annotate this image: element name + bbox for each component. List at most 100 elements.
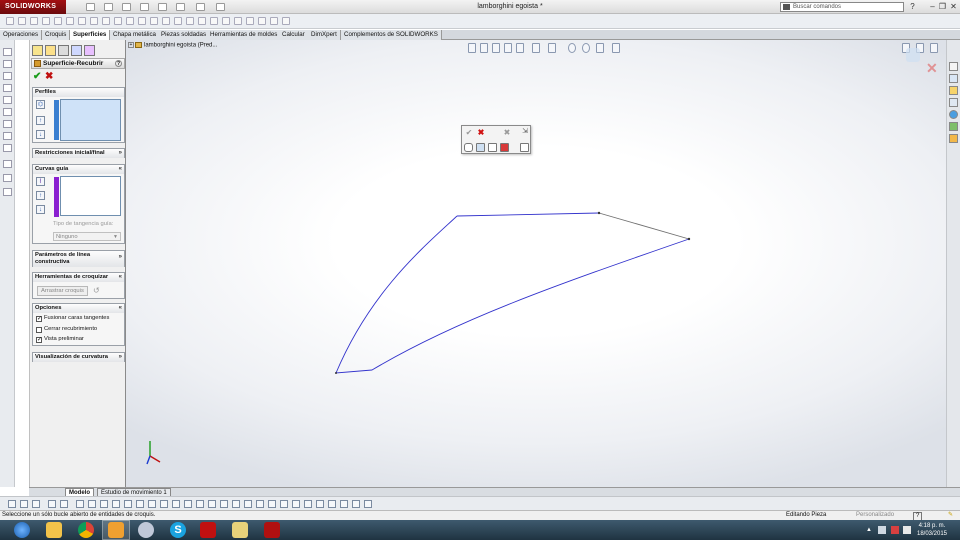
close-loft-checkbox[interactable]: [36, 327, 42, 333]
fillet-icon[interactable]: [114, 17, 122, 25]
rapid-sketch-icon[interactable]: [328, 500, 336, 508]
strip-curve-icon[interactable]: [3, 174, 12, 182]
configuration-manager-tab-icon[interactable]: [58, 45, 69, 56]
forum-icon[interactable]: [949, 134, 958, 143]
strip-boundary-icon[interactable]: [3, 96, 12, 104]
strip-helix-icon[interactable]: [3, 188, 12, 196]
replace-face-icon[interactable]: [186, 17, 194, 25]
tab-chapa-metalica[interactable]: Chapa metálica: [110, 30, 160, 40]
undo-sketch-drag-icon[interactable]: ↺: [93, 286, 100, 295]
ellipse-icon[interactable]: [112, 500, 120, 508]
scale-entities-icon[interactable]: [256, 500, 264, 508]
solidworks-2-taskbar-icon[interactable]: [264, 522, 280, 538]
circular-pattern-icon[interactable]: [220, 500, 228, 508]
skype-taskbar-icon[interactable]: S: [170, 522, 186, 538]
feature-manager-tab-icon[interactable]: [32, 45, 43, 56]
move-up-button[interactable]: ↑: [36, 116, 45, 125]
strip-revolve-icon[interactable]: [3, 60, 12, 68]
copy-entities-icon[interactable]: [268, 500, 276, 508]
guide-curves-selection-box[interactable]: [60, 176, 121, 216]
knit-surface-icon[interactable]: [150, 17, 158, 25]
save-icon[interactable]: [122, 3, 131, 11]
options-group-header[interactable]: Opciones «: [33, 304, 124, 313]
tab-complementos[interactable]: Complementos de SOLIDWORKS: [341, 30, 442, 40]
view-palette-icon[interactable]: [949, 98, 958, 107]
instant-2d-icon[interactable]: [340, 500, 348, 508]
offset-surface-icon[interactable]: [90, 17, 98, 25]
revolved-surface-icon[interactable]: [18, 17, 26, 25]
guide-curves-group-header[interactable]: Curvas guía «: [33, 165, 124, 174]
cancel-button[interactable]: ✖: [45, 71, 53, 82]
tab-herramientas-moldes[interactable]: Herramientas de moldes: [207, 30, 282, 40]
profiles-selection-box[interactable]: [60, 99, 121, 141]
chevron-down-icon[interactable]: »: [119, 149, 122, 158]
chrome-taskbar-icon[interactable]: [78, 522, 94, 538]
move-down-button[interactable]: ↓: [36, 130, 45, 139]
tab-superficies[interactable]: Superficies: [70, 30, 111, 40]
search-commands-input[interactable]: Buscar comandos: [780, 2, 904, 12]
help-icon[interactable]: ?: [115, 60, 122, 67]
strip-offset-icon[interactable]: [3, 120, 12, 128]
close-window-icon[interactable]: ✕: [949, 2, 958, 11]
folder-taskbar-icon[interactable]: [232, 522, 248, 538]
freeform-icon[interactable]: [282, 17, 290, 25]
reference-geometry-icon[interactable]: [246, 17, 254, 25]
filled-surface-icon[interactable]: [66, 17, 74, 25]
appearances-icon[interactable]: [949, 110, 958, 119]
chevron-up-icon[interactable]: «: [119, 165, 122, 174]
solidworks-logo[interactable]: SOLIDWORKS: [0, 0, 66, 14]
restore-icon[interactable]: ❐: [938, 2, 947, 11]
point-icon[interactable]: [364, 500, 372, 508]
custom-properties-icon[interactable]: [949, 122, 958, 131]
strip-extrude-icon[interactable]: [3, 48, 12, 56]
chat-app-taskbar-icon[interactable]: [108, 522, 124, 538]
solidworks-resources-icon[interactable]: [949, 62, 958, 71]
extend-surface-icon[interactable]: [138, 17, 146, 25]
merge-tangent-faces-checkbox[interactable]: ✓: [36, 316, 42, 322]
strip-fill-icon[interactable]: [3, 108, 12, 116]
ok-button[interactable]: ✔: [33, 71, 41, 82]
mirror-entities-icon[interactable]: [196, 500, 204, 508]
open-icon[interactable]: [104, 3, 113, 11]
file-explorer-taskbar-icon[interactable]: [46, 522, 62, 538]
tab-croquis[interactable]: Croquis: [42, 30, 71, 40]
tab-operaciones[interactable]: Operaciones: [0, 30, 43, 40]
mid-surface-icon[interactable]: [270, 17, 278, 25]
delete-face-icon[interactable]: [174, 17, 182, 25]
new-document-icon[interactable]: [86, 3, 95, 11]
constraints-group-header[interactable]: Restricciones inicial/final »: [33, 149, 124, 158]
arc-icon[interactable]: [76, 500, 84, 508]
sketch-point[interactable]: [335, 372, 337, 374]
undo-icon[interactable]: [158, 3, 167, 11]
strip-split-line-icon[interactable]: [3, 160, 12, 168]
polygon-icon[interactable]: [88, 500, 96, 508]
offset-entities-icon[interactable]: [148, 500, 156, 508]
strip-sweep-icon[interactable]: [3, 72, 12, 80]
graphics-area[interactable]: + lamborghini egoista (Pred... ✕ ✔ ✖ ✖ ⇲: [126, 40, 946, 487]
chevron-down-icon[interactable]: »: [119, 353, 122, 362]
extruded-surface-icon[interactable]: [6, 17, 14, 25]
tray-network-icon[interactable]: [878, 526, 886, 534]
trim-entities-icon[interactable]: [172, 500, 180, 508]
planar-surface-icon[interactable]: [78, 17, 86, 25]
file-explorer-icon[interactable]: [949, 86, 958, 95]
drag-sketch-button[interactable]: Arrastrar croquis: [37, 286, 88, 296]
property-manager-tab-icon[interactable]: [45, 45, 56, 56]
minimize-icon[interactable]: –: [928, 2, 937, 11]
solidworks-taskbar-icon[interactable]: [200, 522, 216, 538]
tray-flag-icon[interactable]: [891, 526, 899, 534]
profile-top-curve[interactable]: [456, 212, 600, 217]
curvature-display-group[interactable]: Visualización de curvatura »: [32, 352, 125, 362]
dimxpert-manager-tab-icon[interactable]: [71, 45, 82, 56]
tangency-type-select[interactable]: Ninguno ▼: [53, 232, 121, 241]
guide-move-up-button[interactable]: ↑: [36, 191, 45, 200]
rectangle-icon[interactable]: [48, 500, 56, 508]
lofted-surface-icon[interactable]: [42, 17, 50, 25]
guide-curve-sketch[interactable]: [335, 215, 690, 374]
curves-icon[interactable]: [234, 17, 242, 25]
quick-snaps-icon[interactable]: [316, 500, 324, 508]
start-button-icon[interactable]: [14, 522, 30, 538]
move-entities-icon[interactable]: [232, 500, 240, 508]
centerline-group-header[interactable]: Parámetros de línea constructiva »: [33, 251, 124, 267]
repair-sketch-icon[interactable]: [304, 500, 312, 508]
